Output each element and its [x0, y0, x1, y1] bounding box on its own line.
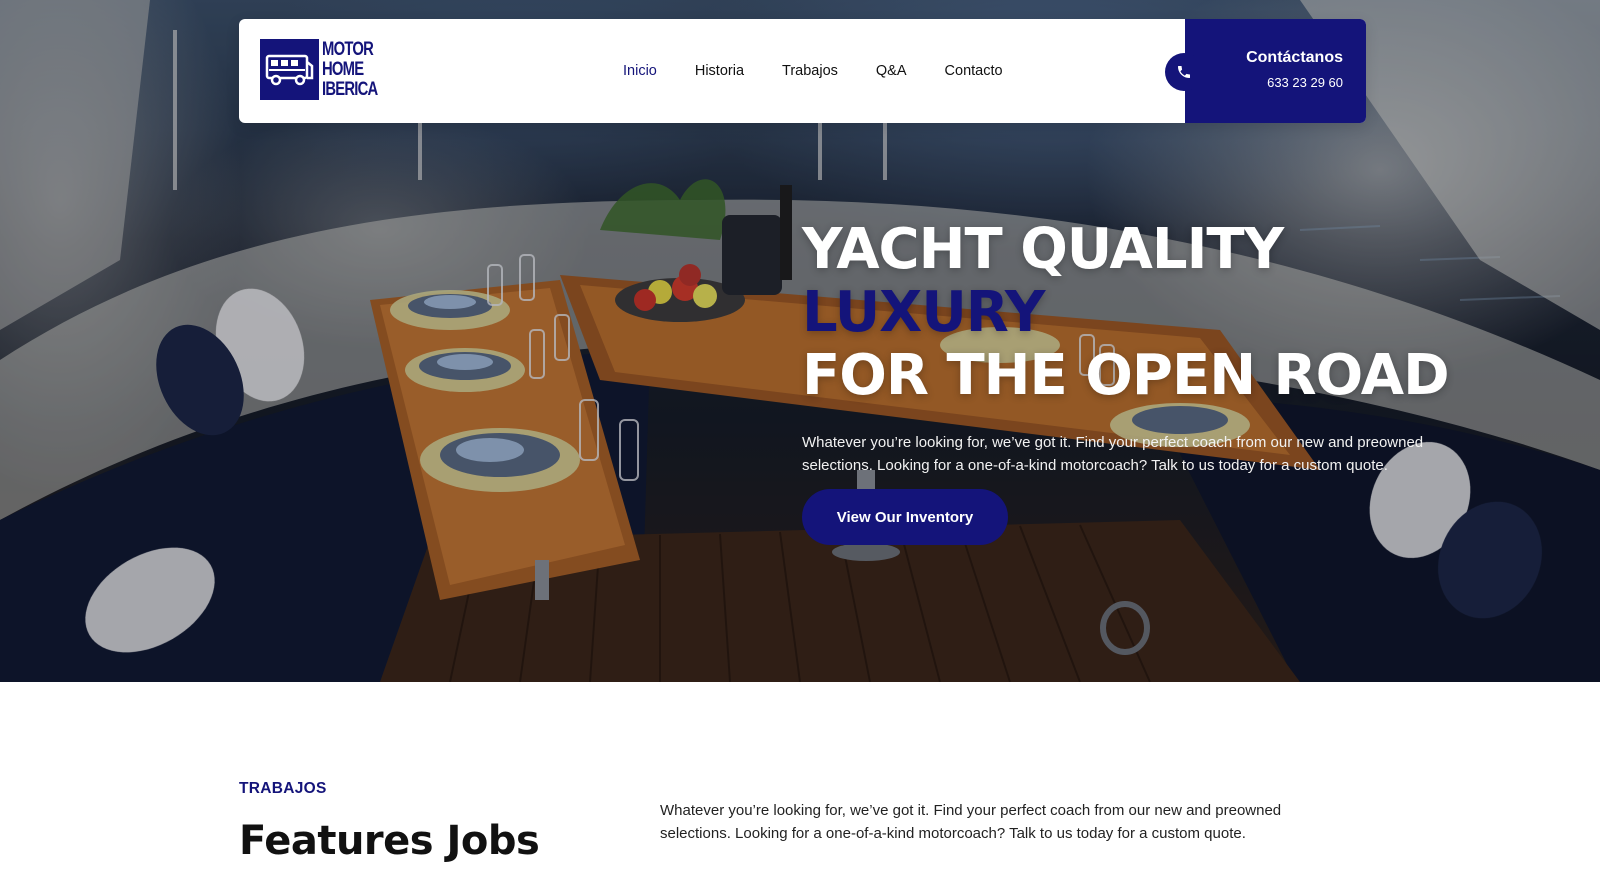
- nav-item-trabajos[interactable]: Trabajos: [782, 63, 838, 79]
- hero-headline: YACHT QUALITY LUXURY FOR THE OPEN ROAD: [802, 218, 1462, 407]
- logo-line-2: HOME: [322, 58, 364, 80]
- hero-content: YACHT QUALITY LUXURY FOR THE OPEN ROAD W…: [802, 218, 1462, 545]
- motorhome-logo-icon: [260, 39, 319, 100]
- headline-line2: FOR THE OPEN ROAD: [802, 343, 1450, 408]
- site-logo[interactable]: MOTOR HOME IBERICA: [260, 39, 393, 100]
- contact-phone-number[interactable]: 633 23 29 60: [1267, 75, 1343, 90]
- logo-line-1: MOTOR: [322, 38, 374, 60]
- headline-accent: LUXURY: [802, 280, 1045, 345]
- nav-item-contacto[interactable]: Contacto: [945, 63, 1003, 79]
- logo-line-3: IBERICA: [322, 78, 378, 100]
- section-title: Features Jobs: [239, 818, 540, 864]
- hero-description: Whatever you’re looking for, we’ve got i…: [802, 434, 1424, 474]
- view-inventory-button[interactable]: View Our Inventory: [802, 489, 1008, 545]
- logo-wordmark: MOTOR HOME IBERICA: [322, 38, 378, 100]
- main-nav: Inicio Historia Trabajos Q&A Contacto: [623, 19, 1041, 123]
- section-description: Whatever you’re looking for, we’ve got i…: [660, 802, 1282, 842]
- contact-title: Contáctanos: [1246, 49, 1343, 66]
- contact-box[interactable]: Contáctanos 633 23 29 60: [1165, 19, 1366, 123]
- headline-part1: YACHT QUALITY: [802, 217, 1284, 282]
- section-eyebrow: TRABAJOS: [239, 780, 327, 797]
- nav-item-inicio[interactable]: Inicio: [623, 63, 657, 79]
- hero-section: MOTOR HOME IBERICA Inicio Historia Traba…: [0, 0, 1600, 682]
- nav-item-historia[interactable]: Historia: [695, 63, 744, 79]
- header-navbar: MOTOR HOME IBERICA Inicio Historia Traba…: [239, 19, 1366, 123]
- nav-item-qa[interactable]: Q&A: [876, 63, 907, 79]
- phone-icon[interactable]: [1165, 53, 1203, 91]
